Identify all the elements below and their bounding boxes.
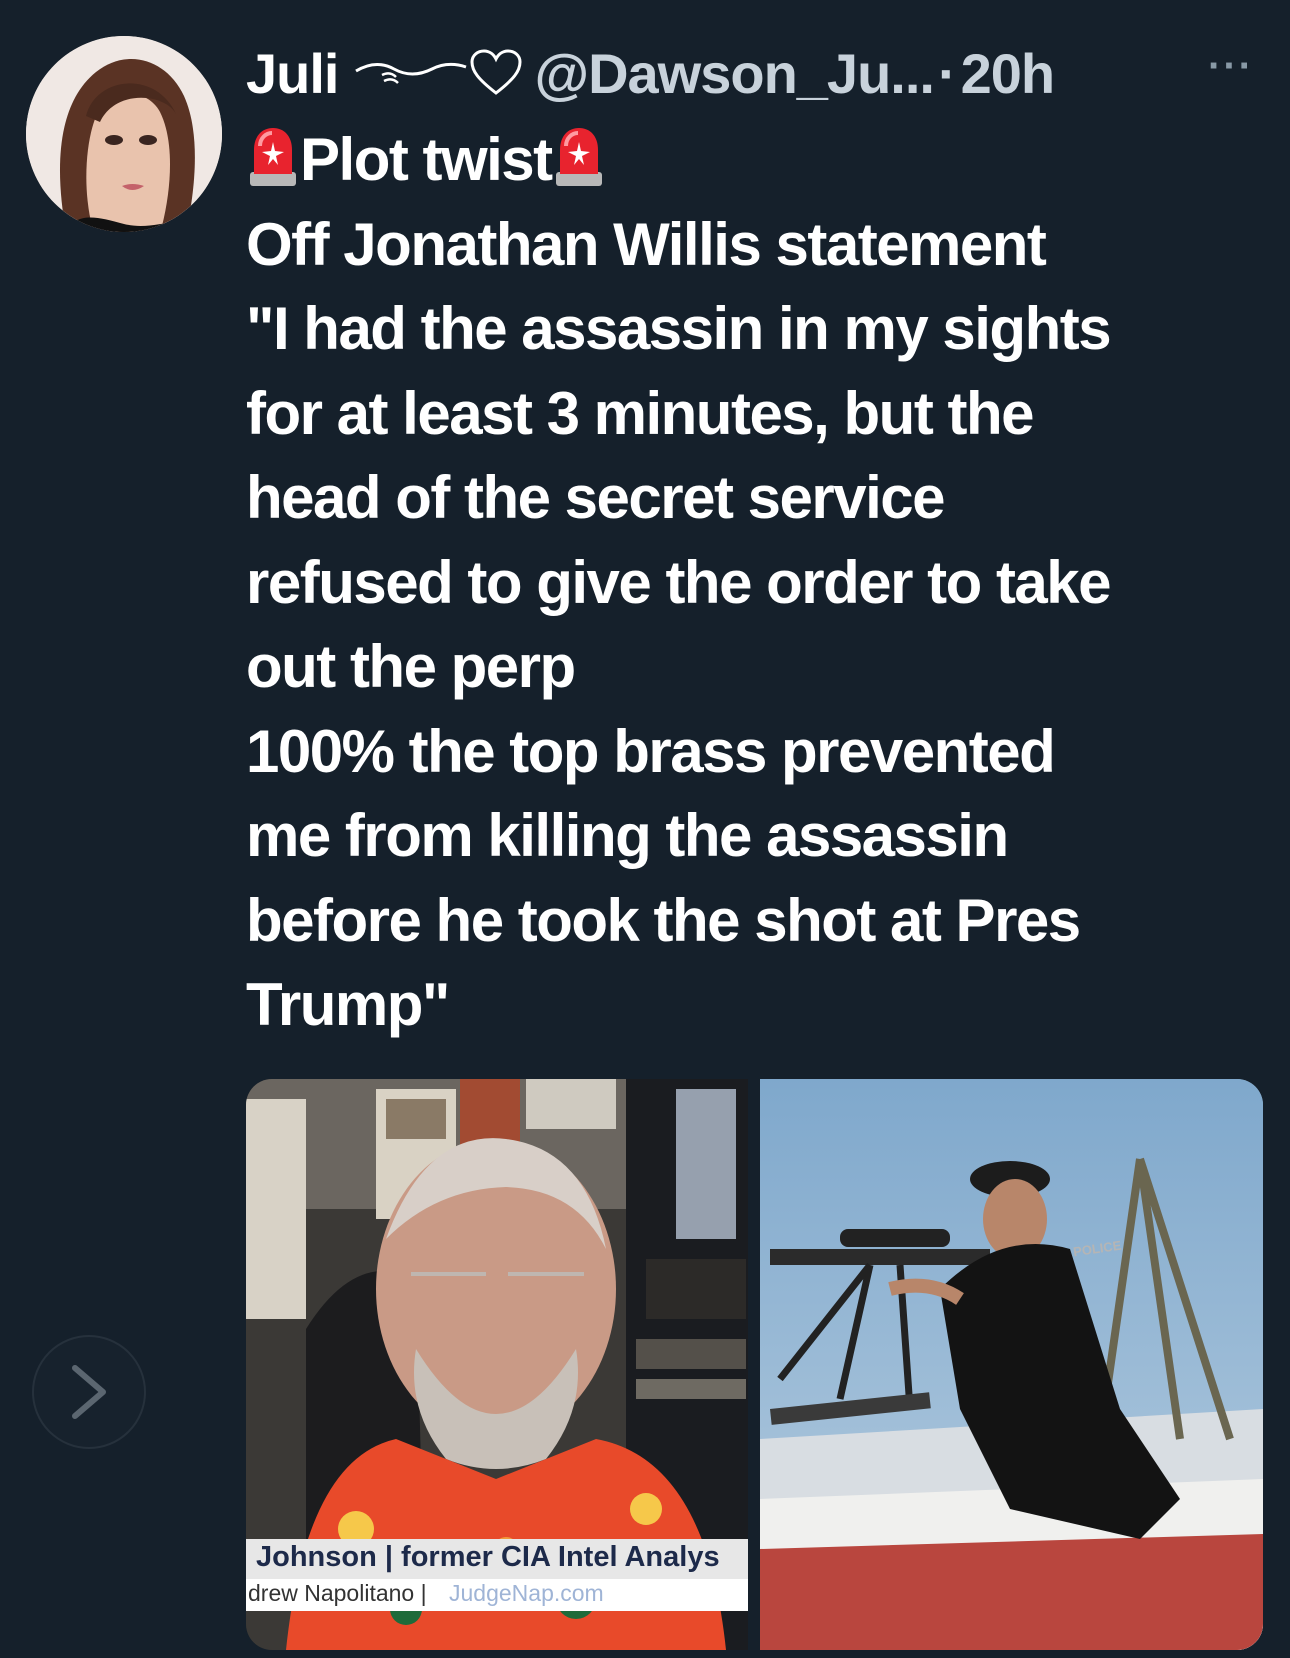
tweet-line-10: before he took the shot at Pres bbox=[246, 886, 1081, 954]
name-decoration bbox=[352, 49, 522, 97]
timestamp[interactable]: 20h bbox=[961, 41, 1055, 106]
media-grid: Johnson | former CIA Intel Analys drew N… bbox=[246, 1079, 1263, 1650]
avatar[interactable] bbox=[26, 36, 222, 232]
media-photo-sniper[interactable]: POLICE bbox=[760, 1079, 1263, 1650]
tweet-line-3: "I had the assassin in my sights bbox=[246, 295, 1112, 362]
tweet-text: Plot twist Off Jonathan Willis statement… bbox=[246, 118, 1256, 1048]
tweet-line-8: 100% the top brass prevented bbox=[246, 717, 1056, 785]
tweet-line-6: refused to give the order to take bbox=[246, 548, 1112, 616]
user-handle[interactable]: @Dawson_Ju... bbox=[534, 41, 934, 106]
lower-third-show-name: drew Napolitano | bbox=[248, 1580, 427, 1606]
media-photo-interview[interactable]: Johnson | former CIA Intel Analys drew N… bbox=[246, 1079, 748, 1650]
tweet-line-1: Plot twist bbox=[246, 118, 1256, 203]
wave-swirl-icon bbox=[355, 62, 467, 84]
chevron-right-icon bbox=[72, 1365, 106, 1419]
tweet-line-1-text: Plot twist bbox=[300, 126, 553, 193]
tweet-header: Juli @Dawson_Ju... · 20h bbox=[246, 28, 1055, 118]
tweet-line-7: out the perp bbox=[246, 633, 576, 700]
tweet-line-11: Trump" bbox=[246, 971, 450, 1038]
lower-third-website: JudgeNap.com bbox=[449, 1580, 604, 1606]
tweet-line-5: head of the secret service bbox=[246, 464, 946, 531]
tweet-line-9: me from killing the assassin bbox=[246, 802, 1009, 869]
separator-dot: · bbox=[937, 41, 957, 105]
tweet-line-4: for at least 3 minutes, but the bbox=[246, 379, 1034, 447]
tweet-line-2: Off Jonathan Willis statement bbox=[246, 210, 1047, 278]
display-name[interactable]: Juli bbox=[246, 41, 339, 106]
news-lower-third: Johnson | former CIA Intel Analys drew N… bbox=[246, 1539, 748, 1611]
more-options-button[interactable]: ··· bbox=[1208, 44, 1254, 89]
lower-third-title: Johnson | former CIA Intel Analys bbox=[256, 1541, 720, 1573]
heart-outline-icon bbox=[470, 49, 522, 95]
siren-emoji-icon bbox=[555, 128, 602, 186]
lower-third-subtitle: drew Napolitano | JudgeNap.com bbox=[246, 1579, 748, 1611]
carousel-next-button[interactable] bbox=[32, 1335, 146, 1449]
siren-emoji-icon bbox=[250, 128, 296, 186]
tweet: Juli @Dawson_Ju... · 20h ··· Plot twist bbox=[0, 0, 1290, 1658]
